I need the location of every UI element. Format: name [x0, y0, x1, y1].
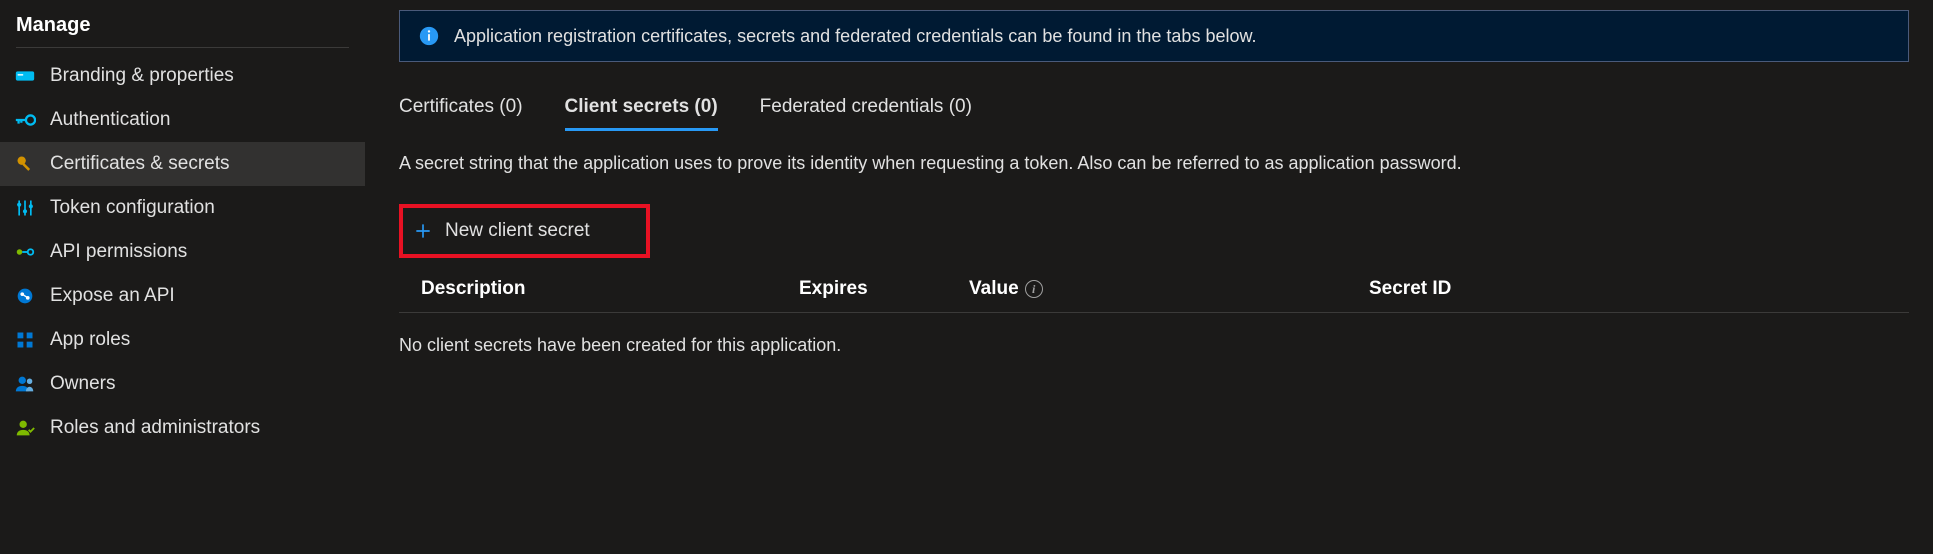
sidebar: Manage Branding & properties Authenticat… [0, 0, 365, 554]
sidebar-item-token-configuration[interactable]: Token configuration [0, 186, 365, 230]
tab-description: A secret string that the application use… [399, 153, 1909, 174]
key-icon [14, 153, 36, 175]
sidebar-item-roles-administrators[interactable]: Roles and administrators [0, 406, 365, 450]
expose-api-icon [14, 285, 36, 307]
sidebar-item-authentication[interactable]: Authentication [0, 98, 365, 142]
secrets-table: Description Expires Value i Secret ID No… [399, 270, 1909, 356]
sidebar-item-label: Expose an API [50, 285, 175, 307]
roles-admins-icon [14, 417, 36, 439]
sidebar-item-label: Authentication [50, 109, 170, 131]
sidebar-item-certificates-secrets[interactable]: Certificates & secrets [0, 142, 365, 186]
info-circle-icon[interactable]: i [1025, 280, 1043, 298]
sidebar-divider [16, 47, 349, 48]
sidebar-item-label: Roles and administrators [50, 417, 260, 439]
col-expires: Expires [799, 278, 969, 300]
sidebar-item-label: Owners [50, 373, 115, 395]
secrets-empty-message: No client secrets have been created for … [399, 313, 1909, 356]
sidebar-item-label: API permissions [50, 241, 187, 263]
info-icon [418, 25, 440, 47]
plus-icon [413, 221, 433, 241]
col-value-label: Value [969, 278, 1019, 300]
col-description: Description [399, 278, 799, 300]
new-client-secret-button[interactable]: New client secret [413, 220, 590, 242]
sidebar-item-label: Branding & properties [50, 65, 234, 87]
col-value: Value i [969, 278, 1369, 300]
sidebar-item-label: App roles [50, 329, 130, 351]
info-banner: Application registration certificates, s… [399, 10, 1909, 62]
sidebar-item-owners[interactable]: Owners [0, 362, 365, 406]
tab-certificates[interactable]: Certificates (0) [399, 96, 523, 131]
info-banner-text: Application registration certificates, s… [454, 26, 1256, 47]
sliders-icon [14, 197, 36, 219]
sidebar-item-branding[interactable]: Branding & properties [0, 54, 365, 98]
main-content: Application registration certificates, s… [365, 0, 1933, 554]
tab-federated-credentials[interactable]: Federated credentials (0) [760, 96, 972, 131]
branding-icon [14, 65, 36, 87]
sidebar-item-label: Token configuration [50, 197, 215, 219]
sidebar-item-app-roles[interactable]: App roles [0, 318, 365, 362]
sidebar-item-label: Certificates & secrets [50, 153, 230, 175]
secrets-table-header: Description Expires Value i Secret ID [399, 270, 1909, 313]
app-roles-icon [14, 329, 36, 351]
api-permissions-icon [14, 241, 36, 263]
tabs: Certificates (0) Client secrets (0) Fede… [399, 96, 1909, 131]
tab-client-secrets[interactable]: Client secrets (0) [565, 96, 718, 131]
sidebar-item-expose-api[interactable]: Expose an API [0, 274, 365, 318]
sidebar-section-manage: Manage [0, 8, 365, 47]
new-client-secret-label: New client secret [445, 220, 590, 242]
new-client-secret-highlight: New client secret [399, 204, 650, 258]
authentication-icon [14, 109, 36, 131]
col-secret-id: Secret ID [1369, 278, 1909, 300]
sidebar-item-api-permissions[interactable]: API permissions [0, 230, 365, 274]
owners-icon [14, 373, 36, 395]
